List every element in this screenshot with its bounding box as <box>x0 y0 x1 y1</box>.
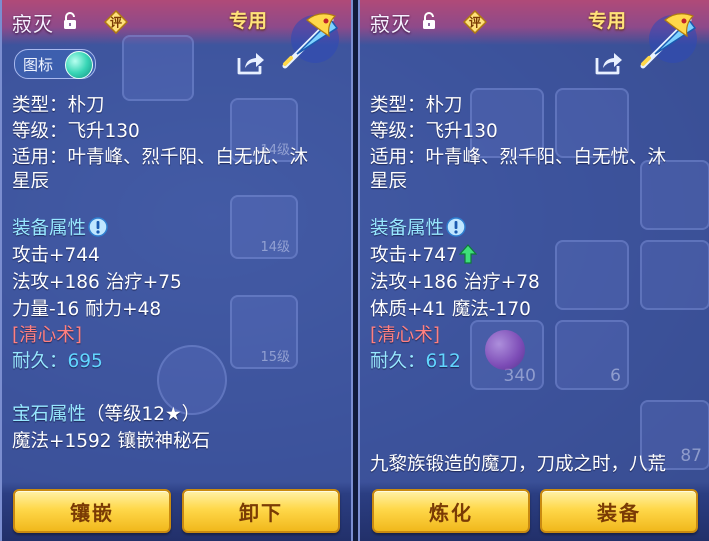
item-level: 等级：飞升130 <box>370 121 498 142</box>
attr-section-title: 装备属性 <box>370 216 699 242</box>
unequip-button[interactable]: 卸下 <box>182 489 340 533</box>
item-type: 类型：朴刀 <box>370 95 463 116</box>
attack-value: 攻击+747 <box>370 245 458 266</box>
gem-level: （等级12★） <box>86 404 201 425</box>
unlock-icon[interactable] <box>62 12 78 30</box>
icon-toggle[interactable]: 图标 <box>14 49 96 79</box>
attr-title-text: 装备属性 <box>370 218 445 239</box>
equip-button[interactable]: 装备 <box>540 489 698 533</box>
gem-section-title: 宝石属性（等级12★） <box>12 402 341 428</box>
item-name: 寂灭 <box>370 12 412 36</box>
toggle-knob <box>65 51 93 79</box>
rating-badge-text: 评 <box>469 16 481 30</box>
stat-line-2: 力量-16 耐力+48 <box>12 299 162 320</box>
info-icon[interactable] <box>446 217 466 237</box>
unlock-icon[interactable] <box>421 12 437 30</box>
stat-line-2: 体质+41 魔法-170 <box>370 299 531 320</box>
item-description: 九黎族锻造的魔刀，刀成之时，八荒 <box>370 454 667 475</box>
rating-badge-icon[interactable]: 评 <box>104 10 128 34</box>
attack-stat: 攻击+744 <box>12 245 100 266</box>
durability: 耐久：612 <box>370 349 699 375</box>
current-equipment-panel: 14级 14级 15级 寂灭 评 专用 图标 类型：朴刀 等级：飞升130 适用… <box>0 0 353 541</box>
durability-value: 695 <box>67 351 103 372</box>
gem-title-text: 宝石属性 <box>12 404 87 425</box>
item-type: 类型：朴刀 <box>12 95 105 116</box>
share-icon[interactable] <box>236 50 266 76</box>
dragon-blade-icon <box>282 13 339 69</box>
rating-badge-text: 评 <box>110 16 122 30</box>
info-icon[interactable] <box>88 217 108 237</box>
rating-badge-icon[interactable]: 评 <box>463 10 487 34</box>
item-usable-by-cont: 星辰 <box>12 171 50 192</box>
item-header: 寂灭 评 专用 <box>2 0 351 69</box>
durability-value: 612 <box>425 351 461 372</box>
up-arrow-icon <box>458 244 477 264</box>
attr-section-title: 装备属性 <box>12 216 341 242</box>
icon-toggle-label: 图标 <box>23 56 54 74</box>
exclusive-label: 专用 <box>588 10 627 32</box>
durability: 耐久：695 <box>12 349 341 375</box>
item-usable-by: 适用：叶青峰、烈千阳、白无忧、沐 <box>370 147 667 168</box>
share-icon[interactable] <box>594 50 624 76</box>
durability-label: 耐久： <box>370 351 426 372</box>
refine-button[interactable]: 炼化 <box>372 489 530 533</box>
gem-stat: 魔法+1592 镶嵌神秘石 <box>12 431 210 452</box>
item-level: 等级：飞升130 <box>12 121 140 142</box>
attack-stat: 攻击+747 <box>370 243 699 269</box>
item-header: 寂灭 评 专用 <box>360 0 709 69</box>
item-usable-by: 适用：叶青峰、烈千阳、白无忧、沐 <box>12 147 309 168</box>
skill-name: [清心术] <box>12 325 82 346</box>
game-screen: 14级 14级 15级 寂灭 评 专用 图标 类型：朴刀 等级：飞升130 适用… <box>0 0 709 541</box>
stat-line-1: 法攻+186 治疗+78 <box>370 272 540 293</box>
compare-equipment-panel: 340 6 87 寂灭 评 专用 类型：朴刀 等级：飞升130 适用：叶青峰、烈… <box>358 0 709 541</box>
dragon-blade-icon <box>640 13 697 69</box>
inlay-button[interactable]: 镶嵌 <box>13 489 171 533</box>
item-name: 寂灭 <box>12 12 54 36</box>
durability-label: 耐久： <box>12 351 68 372</box>
stat-line-1: 法攻+186 治疗+75 <box>12 272 182 293</box>
item-usable-by-cont: 星辰 <box>370 171 408 192</box>
exclusive-label: 专用 <box>229 10 268 32</box>
skill-name: [清心术] <box>370 325 440 346</box>
attr-title-text: 装备属性 <box>12 218 87 239</box>
